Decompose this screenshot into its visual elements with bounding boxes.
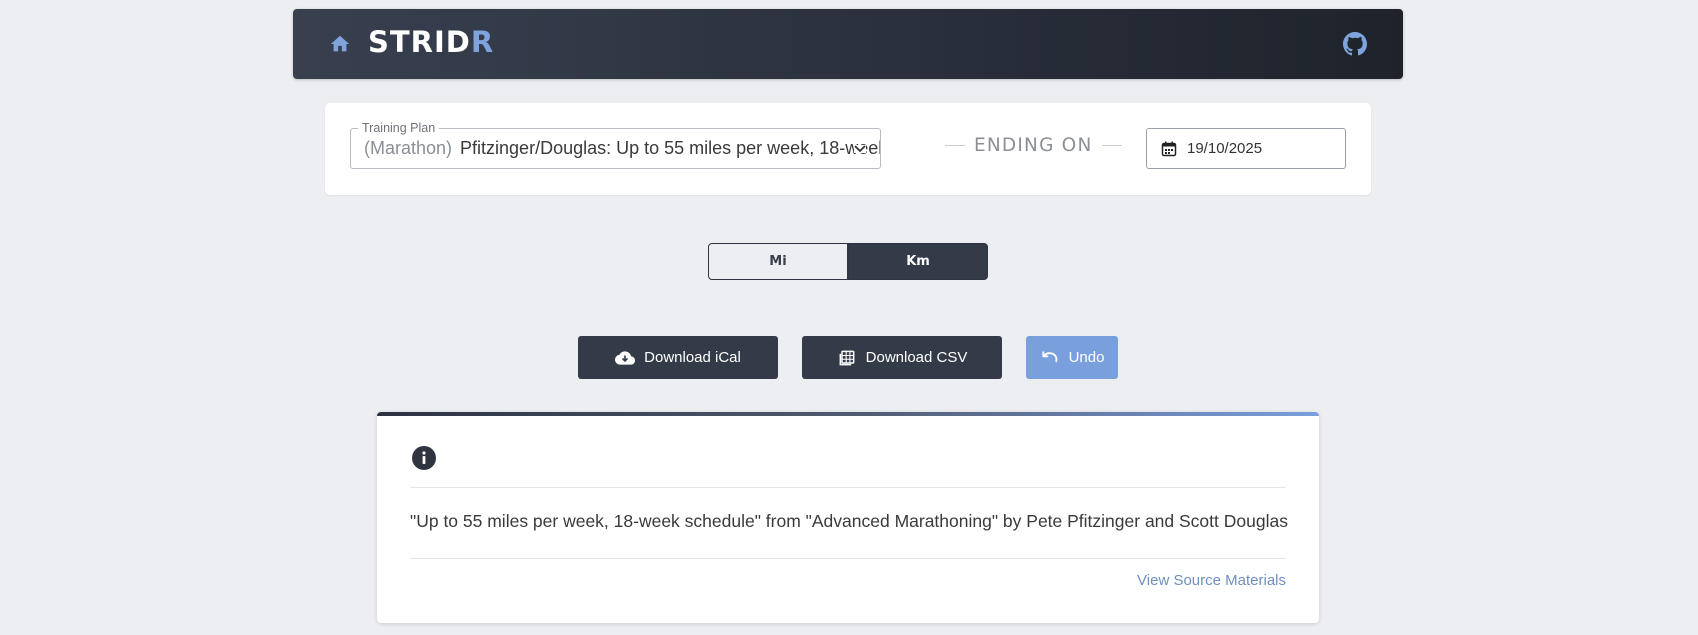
training-plan-label: Training Plan: [358, 121, 440, 135]
home-icon[interactable]: [329, 33, 351, 55]
end-date-value: 19/10/2025: [1187, 140, 1263, 157]
ending-on-label: ENDING ON: [936, 135, 1131, 156]
ending-on-text: ENDING ON: [974, 135, 1093, 156]
download-csv-button[interactable]: Download CSV: [802, 336, 1002, 379]
plan-category: (Marathon): [364, 138, 453, 158]
unit-toggle: Mi Km: [708, 243, 988, 280]
brand-main: STRID: [368, 25, 471, 59]
plan-info-card: "Up to 55 miles per week, 18-week schedu…: [377, 412, 1319, 623]
plan-selected-value: Pfitzinger/Douglas: Up to 55 miles per w…: [460, 138, 881, 158]
undo-label: Undo: [1068, 349, 1105, 366]
spreadsheet-icon: [839, 350, 855, 365]
app-header: STRIDR: [293, 9, 1403, 79]
card-divider-bottom: [410, 558, 1286, 559]
download-ical-button[interactable]: Download iCal: [578, 336, 778, 379]
chevron-down-icon[interactable]: [854, 145, 866, 153]
info-icon: [412, 446, 436, 470]
cloud-download-icon: [615, 350, 636, 365]
view-source-link[interactable]: View Source Materials: [1137, 572, 1286, 589]
plan-description: "Up to 55 miles per week, 18-week schedu…: [410, 511, 1288, 531]
app-logo[interactable]: STRIDR: [368, 25, 494, 59]
download-csv-label: Download CSV: [865, 349, 968, 366]
end-date-field[interactable]: 19/10/2025: [1146, 128, 1346, 169]
divider-right: [1101, 145, 1122, 146]
divider-left: [945, 145, 965, 146]
brand-accent: R: [470, 25, 495, 59]
unit-km-button[interactable]: Km: [848, 243, 988, 280]
github-icon[interactable]: [1343, 32, 1367, 56]
plan-card: (Marathon) Pfitzinger/Douglas: Up to 55 m…: [325, 103, 1371, 195]
unit-mi-button[interactable]: Mi: [708, 243, 848, 280]
card-accent-bar: [377, 412, 1319, 416]
calendar-icon: [1161, 141, 1177, 156]
undo-button[interactable]: Undo: [1026, 336, 1118, 379]
card-divider-top: [410, 487, 1286, 488]
undo-icon: [1041, 350, 1057, 362]
download-ical-label: Download iCal: [644, 349, 741, 366]
